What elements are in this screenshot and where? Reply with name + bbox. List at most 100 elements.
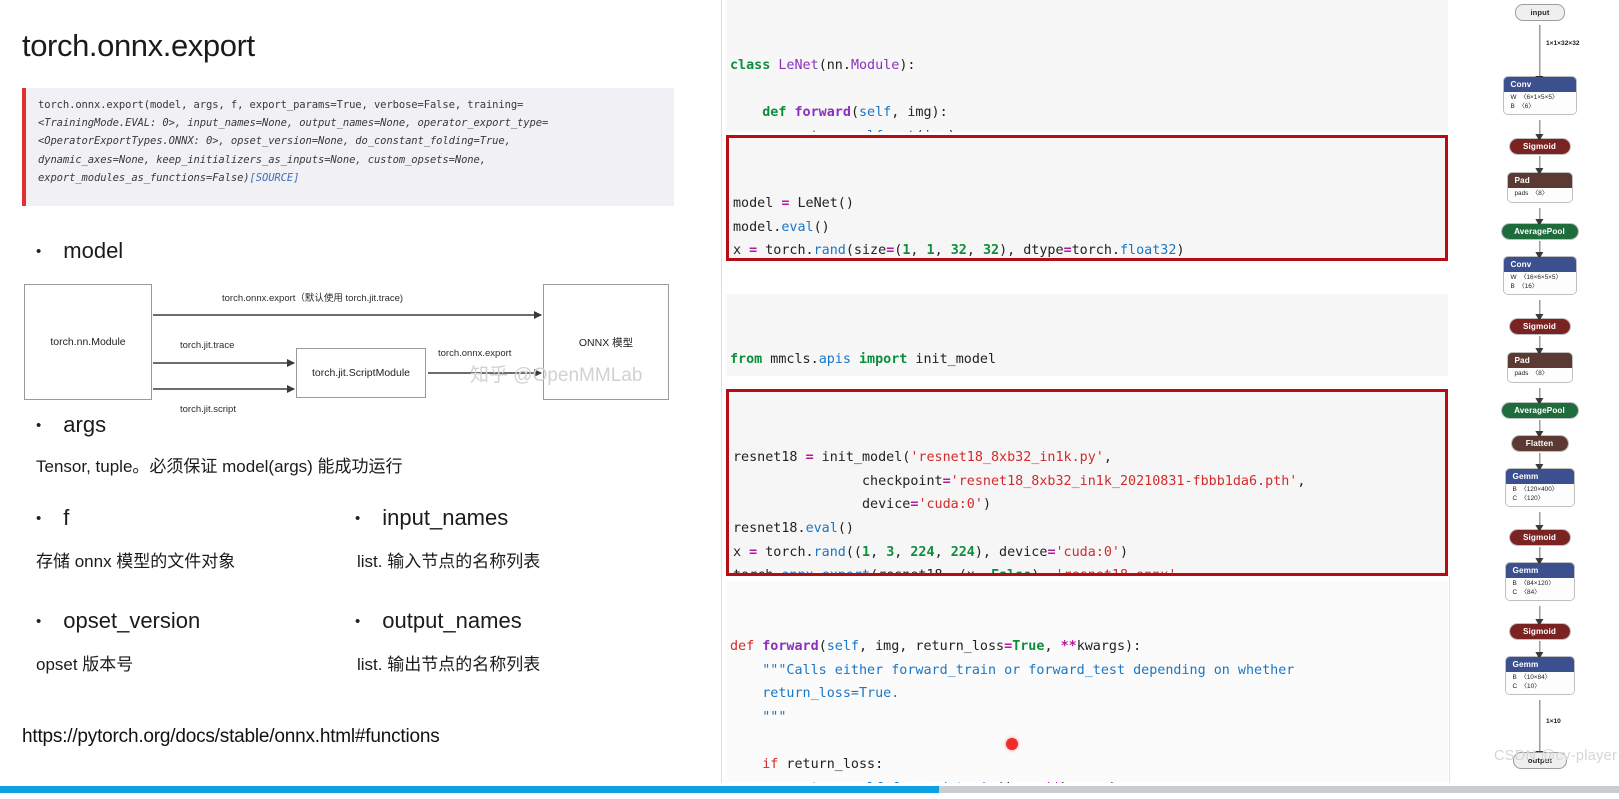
pad-node-2[interactable]: Pad pads 〈8〉 (1506, 352, 1573, 383)
node-title: Gemm (1505, 563, 1574, 578)
code-panel: class LeNet(nn.Module): def forward(self… (722, 0, 1460, 783)
node-params: B 〈120×400〉 C 〈120〉 (1505, 484, 1574, 507)
zhihu-watermark: 知乎 @OpenMMLab (470, 365, 643, 386)
bullet-desc-output-names: list. 输出节点的名称列表 (357, 655, 541, 674)
bullet-dot-icon: • (355, 509, 361, 527)
bullet-input-names: • input_names (355, 505, 508, 531)
node-title: Gemm (1505, 469, 1574, 484)
onnx-graph-panel: input 1×1×32×32 Conv W 〈6×1×5×5〉 B 〈6〉 S… (1460, 0, 1619, 783)
box-label: torch.nn.Module (50, 336, 126, 348)
torch-nn-module-box: torch.nn.Module (24, 284, 152, 400)
bullet-dot-icon: • (36, 612, 42, 630)
flow-arrow-script (153, 385, 295, 392)
source-link[interactable]: [SOURCE] (250, 172, 300, 184)
forward-method-block[interactable]: def forward(self, img, return_loss=True,… (726, 581, 1448, 783)
edge-label-input-shape: 1×1×32×32 (1546, 40, 1580, 47)
flow-arrow-trace (153, 359, 295, 366)
node-title: Gemm (1505, 657, 1574, 672)
gemm-node-2[interactable]: Gemm B 〈84×120〉 C 〈84〉 (1504, 562, 1575, 602)
graph-edge (1534, 25, 1546, 83)
signature-line: export_modules_as_functions=False)[SOURC… (38, 171, 300, 184)
node-params: B 〈10×84〉 C 〈10〉 (1505, 672, 1574, 695)
bullet-label: args (63, 412, 107, 437)
scriptmodule-box: torch.jit.ScriptModule (296, 348, 426, 398)
sigmoid-node-3[interactable]: Sigmoid (1508, 529, 1571, 546)
averagepool-node-2[interactable]: AveragePool (1500, 402, 1579, 419)
bullet-args: • args (36, 412, 106, 438)
sigmoid-node-4[interactable]: Sigmoid (1508, 623, 1571, 640)
bullet-desc-args: Tensor, tuple。必须保证 model(args) 能成功运行 (36, 457, 403, 476)
page-title: torch.onnx.export (22, 28, 255, 63)
input-node[interactable]: input (1514, 4, 1565, 21)
sigmoid-node-1[interactable]: Sigmoid (1508, 138, 1571, 155)
averagepool-node-1[interactable]: AveragePool (1500, 223, 1579, 240)
node-title: Conv (1503, 77, 1576, 92)
slide-panel: torch.onnx.export torch.onnx.export(mode… (0, 0, 722, 783)
flow-label-export-trace: torch.onnx.export（默认使用 torch.jit.trace) (222, 293, 404, 304)
node-title: AveragePool (1501, 224, 1578, 239)
graph-edge (1534, 120, 1546, 141)
node-title: Sigmoid (1509, 624, 1570, 639)
conv-node-1[interactable]: Conv W 〈6×1×5×5〉 B 〈6〉 (1502, 76, 1577, 116)
bullet-opset-version: • opset_version (36, 608, 200, 634)
flow-label-export-script: torch.onnx.export (438, 348, 512, 359)
flow-label-jit-script: torch.jit.script (180, 404, 236, 415)
lenet-class-block[interactable]: class LeNet(nn.Module): def forward(self… (726, 0, 1448, 132)
mmcls-import-block[interactable]: from mmcls.apis import init_model import… (726, 294, 1448, 376)
box-label: torch.jit.ScriptModule (311, 367, 411, 379)
node-title: Pad (1507, 353, 1572, 368)
bullet-output-names: • output_names (355, 608, 522, 634)
bullet-label: output_names (382, 608, 522, 633)
bullet-desc-opset-version: opset 版本号 (36, 655, 134, 674)
flow-arrow-direct (153, 311, 542, 318)
node-params: W 〈16×6×5×5〉 B 〈16〉 (1503, 272, 1576, 295)
pad-node-1[interactable]: Pad pads 〈8〉 (1506, 172, 1573, 203)
resnet18-export-block[interactable]: resnet18 = init_model('resnet18_8xb32_in… (726, 389, 1448, 576)
signature-line: <TrainingMode.EVAL: 0>, input_names=None… (38, 117, 549, 130)
lenet-export-block[interactable]: model = LeNet() model.eval() x = torch.r… (726, 135, 1448, 261)
signature-line: dynamic_axes=None, keep_initializers_as_… (38, 153, 486, 166)
flatten-node[interactable]: Flatten (1510, 435, 1569, 452)
bullet-label: f (63, 505, 70, 530)
node-title: Flatten (1511, 436, 1568, 451)
edge-label-output-shape: 1×10 (1546, 718, 1561, 725)
gemm-node-1[interactable]: Gemm B 〈120×400〉 C 〈120〉 (1504, 468, 1575, 508)
gemm-node-3[interactable]: Gemm B 〈10×84〉 C 〈10〉 (1504, 656, 1575, 696)
bullet-dot-icon: • (36, 509, 42, 527)
node-params: W 〈6×1×5×5〉 B 〈6〉 (1503, 92, 1576, 115)
bullet-dot-icon: • (36, 242, 42, 260)
graph-edge (1534, 300, 1546, 321)
signature-line: <OperatorExportTypes.ONNX: 0>, opset_ver… (38, 135, 511, 148)
node-title: Pad (1507, 173, 1572, 188)
box-label: ONNX 模型 (578, 336, 634, 349)
bottom-padding (0, 793, 1619, 799)
node-params: B 〈84×120〉 C 〈84〉 (1505, 578, 1574, 601)
docs-url[interactable]: https://pytorch.org/docs/stable/onnx.htm… (22, 726, 440, 748)
bullet-label: opset_version (63, 608, 201, 633)
bullet-label: model (63, 238, 124, 263)
code-gutter-line (1449, 576, 1450, 783)
video-progress-fill (0, 786, 940, 793)
bullet-model: • model (36, 238, 123, 264)
bullet-label: input_names (382, 505, 509, 530)
csdn-watermark: CSDN @cv-player (1494, 748, 1618, 764)
node-title: Sigmoid (1509, 139, 1570, 154)
bullet-dot-icon: • (355, 612, 361, 630)
bullet-f: • f (36, 505, 69, 531)
cursor-pointer-icon (1006, 738, 1018, 750)
node-title: AveragePool (1501, 403, 1578, 418)
flow-label-jit-trace: torch.jit.trace (180, 340, 235, 351)
conv-node-2[interactable]: Conv W 〈16×6×5×5〉 B 〈16〉 (1502, 256, 1577, 296)
node-title: Conv (1503, 257, 1576, 272)
signature-line: torch.onnx.export(model, args, f, export… (38, 99, 524, 111)
node-title: Sigmoid (1509, 530, 1570, 545)
node-params: pads 〈8〉 (1507, 188, 1572, 202)
video-progress-track[interactable] (0, 786, 1619, 793)
bullet-dot-icon: • (36, 416, 42, 434)
screenshot-root: torch.onnx.export torch.onnx.export(mode… (0, 0, 1619, 799)
node-params: pads 〈8〉 (1507, 368, 1572, 382)
sigmoid-node-2[interactable]: Sigmoid (1508, 318, 1571, 335)
node-title: input (1530, 8, 1550, 17)
function-signature-box: torch.onnx.export(model, args, f, export… (22, 88, 674, 206)
node-title: Sigmoid (1509, 319, 1570, 334)
